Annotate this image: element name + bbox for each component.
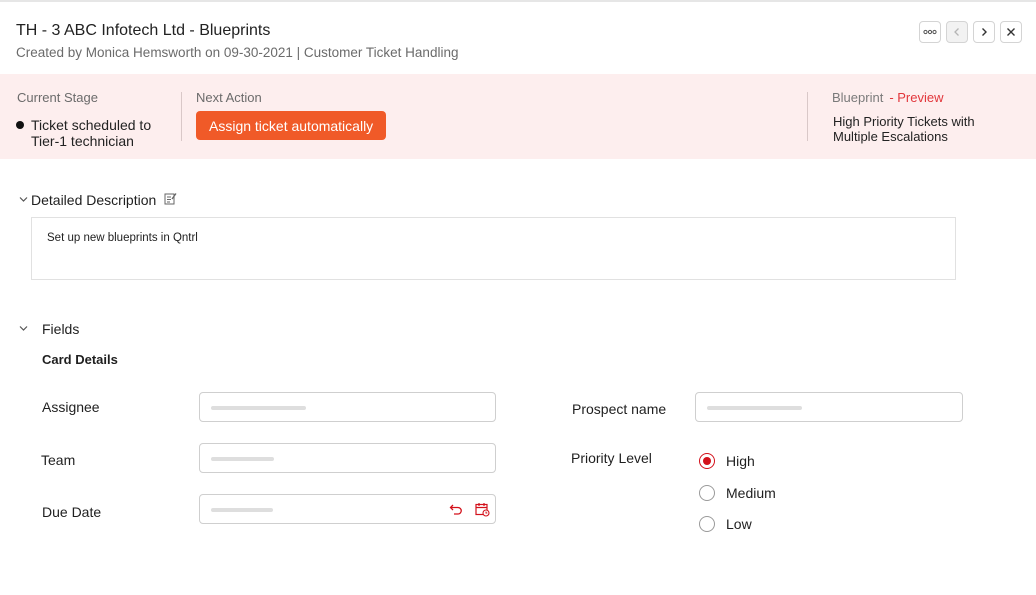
placeholder-bar	[211, 508, 273, 512]
radio-circle[interactable]	[699, 516, 715, 532]
placeholder-bar	[707, 406, 802, 410]
blueprint-name: High Priority Tickets with Multiple Esca…	[833, 114, 975, 144]
placeholder-bar	[211, 406, 306, 410]
fields-section-title[interactable]: Fields	[42, 321, 79, 337]
close-button[interactable]	[1000, 21, 1022, 43]
priority-radio-low[interactable]: Low	[699, 516, 752, 532]
page-title: TH - 3 ABC Infotech Ltd - Blueprints	[16, 22, 271, 39]
current-stage-label: Current Stage	[17, 90, 98, 105]
due-date-label: Due Date	[42, 504, 102, 520]
priority-option-label: High	[726, 453, 755, 469]
more-options-button[interactable]	[919, 21, 941, 43]
close-icon	[1007, 28, 1015, 36]
chevron-down-icon[interactable]	[19, 325, 28, 332]
priority-radio-medium[interactable]: Medium	[699, 485, 776, 501]
prospect-name-label: Prospect name	[572, 401, 667, 417]
placeholder-bar	[211, 457, 274, 461]
header-nav	[919, 21, 1022, 43]
chevron-left-icon	[954, 28, 959, 36]
divider	[807, 92, 808, 141]
divider	[181, 92, 182, 141]
blueprint-label-text: Blueprint	[832, 90, 884, 105]
priority-level-label: Priority Level	[571, 450, 652, 466]
undo-icon[interactable]	[449, 502, 463, 516]
edit-icon[interactable]	[164, 192, 177, 205]
next-action-label: Next Action	[196, 90, 262, 105]
prospect-name-input[interactable]	[695, 392, 963, 422]
due-date-input[interactable]	[199, 494, 496, 524]
top-border	[0, 0, 1036, 2]
team-input[interactable]	[199, 443, 496, 473]
description-section-title[interactable]: Detailed Description	[31, 192, 156, 208]
page-subtitle: Created by Monica Hemsworth on 09-30-202…	[16, 45, 459, 60]
blueprint-preview-link[interactable]: - Preview	[889, 90, 943, 105]
radio-circle[interactable]	[699, 485, 715, 501]
card-details-heading: Card Details	[42, 352, 118, 367]
assign-ticket-button[interactable]: Assign ticket automatically	[196, 111, 387, 140]
more-icon	[923, 29, 937, 35]
blueprint-label: Blueprint - Preview	[832, 90, 944, 105]
previous-button[interactable]	[946, 21, 968, 43]
team-label: Team	[41, 452, 76, 468]
assignee-input[interactable]	[199, 392, 496, 422]
priority-radio-high[interactable]: High	[699, 453, 755, 469]
next-button[interactable]	[973, 21, 995, 43]
current-stage-value: Ticket scheduled to Tier-1 technician	[31, 117, 152, 149]
assignee-label: Assignee	[42, 399, 100, 415]
calendar-icon[interactable]	[475, 502, 490, 517]
chevron-down-icon[interactable]	[19, 196, 28, 203]
priority-option-label: Medium	[726, 485, 776, 501]
description-text: Set up new blueprints in Qntrl	[47, 232, 198, 244]
radio-circle[interactable]	[699, 453, 715, 469]
stage-dot-icon	[16, 121, 24, 129]
priority-option-label: Low	[726, 516, 752, 532]
description-box[interactable]: Set up new blueprints in Qntrl	[31, 217, 956, 280]
chevron-right-icon	[982, 28, 987, 36]
